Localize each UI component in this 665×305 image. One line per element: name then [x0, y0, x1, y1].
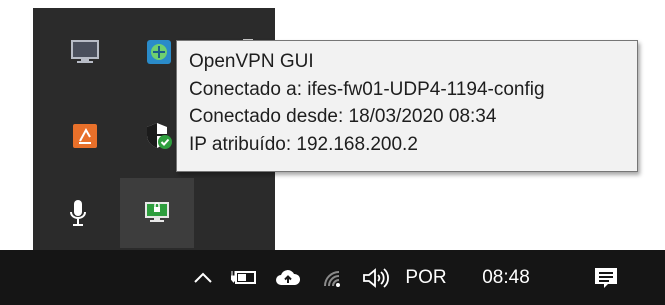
volume-icon	[363, 267, 389, 288]
openvpn-tooltip: OpenVPN GUI Conectado a: ifes-fw01-UDP4-…	[176, 40, 638, 172]
wifi-icon	[324, 270, 340, 287]
orange-app-icon	[73, 124, 97, 148]
tray-icon-microphone[interactable]	[51, 186, 105, 240]
notification-center-button[interactable]	[581, 250, 631, 305]
show-hidden-icons-button[interactable]	[185, 250, 221, 305]
tooltip-assigned-ip: IP atribuído: 192.168.200.2	[189, 133, 418, 155]
windows-security-shield-icon	[147, 123, 172, 149]
tooltip-connected-to: Conectado a: ifes-fw01-UDP4-1194-config	[189, 78, 545, 100]
battery-button[interactable]	[224, 250, 264, 305]
clock-time: 08:48	[482, 266, 530, 288]
openvpn-connected-icon	[145, 202, 169, 222]
monitor-icon	[71, 40, 99, 63]
tray-icon-monitor[interactable]	[58, 25, 112, 79]
taskbar: POR 08:48	[0, 250, 665, 305]
chevron-up-icon	[194, 272, 212, 283]
onedrive-cloud-icon	[276, 269, 301, 285]
notification-center-icon	[595, 267, 617, 288]
battery-icon	[231, 270, 256, 284]
volume-button[interactable]	[356, 250, 396, 305]
tooltip-app-name: OpenVPN GUI	[189, 51, 314, 72]
clock-button[interactable]: 08:48	[466, 250, 546, 305]
input-language-button[interactable]: POR	[398, 250, 454, 305]
tray-icon-openvpn[interactable]	[120, 178, 194, 248]
tooltip-connected-since: Conectado desde: 18/03/2020 08:34	[189, 106, 497, 127]
onedrive-button[interactable]	[268, 250, 308, 305]
microphone-icon	[70, 200, 86, 226]
tray-icon-orange-app[interactable]	[58, 109, 112, 163]
wifi-button[interactable]	[314, 250, 352, 305]
language-label: POR	[405, 266, 447, 288]
vpn-app-icon	[147, 40, 171, 64]
